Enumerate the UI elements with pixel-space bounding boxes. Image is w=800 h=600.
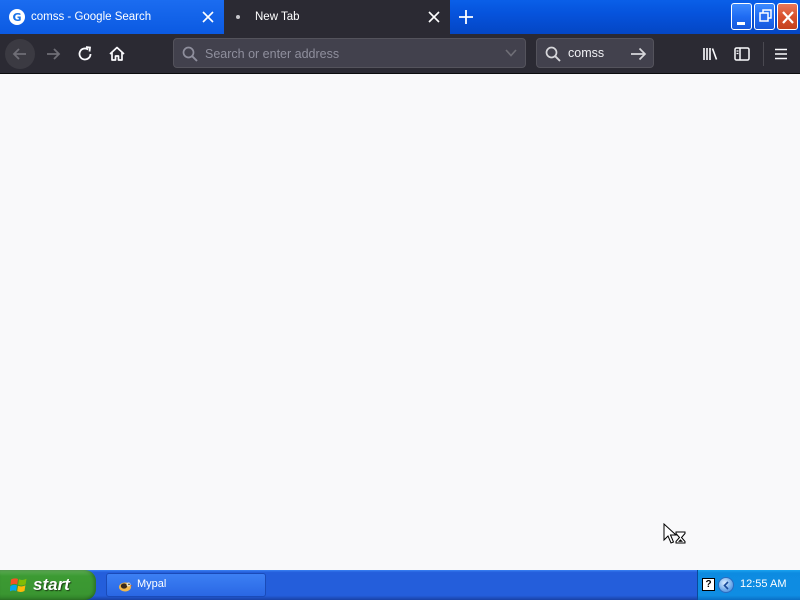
tab-label: comss - Google Search [31, 11, 152, 23]
close-icon[interactable] [426, 9, 442, 25]
taskbar-item-mypal[interactable]: Mypal [106, 573, 266, 597]
mypal-bird-icon [119, 582, 133, 592]
minimize-button[interactable] [731, 3, 752, 30]
new-tab-plus-icon[interactable] [454, 6, 478, 28]
sidebar-icon [734, 47, 750, 61]
window-close-button[interactable] [777, 3, 798, 30]
start-button[interactable]: start [0, 570, 96, 600]
clock[interactable]: 12:55 AM [740, 578, 786, 590]
reload-button[interactable] [70, 39, 100, 69]
hamburger-menu-icon [775, 48, 787, 60]
library-button[interactable] [695, 39, 725, 69]
taskbar-item-label: Mypal [137, 578, 167, 590]
back-button[interactable] [5, 39, 35, 69]
address-bar[interactable] [173, 38, 526, 68]
sidebar-toggle-button[interactable] [727, 39, 757, 69]
tab-google-search[interactable]: G comss - Google Search [0, 0, 224, 34]
google-g-icon: G [9, 9, 25, 25]
search-icon [182, 46, 198, 62]
home-icon [109, 46, 125, 61]
arrow-right-icon [47, 48, 61, 60]
restore-button[interactable] [754, 3, 775, 30]
address-input[interactable] [205, 45, 495, 63]
search-icon [545, 46, 561, 62]
arrow-right-icon[interactable] [629, 45, 647, 63]
tray-expand-button[interactable] [718, 577, 734, 593]
tab-new-tab[interactable]: New Tab [224, 0, 450, 34]
start-label: start [33, 575, 70, 594]
navigation-toolbar: comss [0, 34, 800, 74]
system-tray: ? 12:55 AM [697, 570, 800, 600]
search-bar[interactable]: comss [536, 38, 654, 68]
help-icon[interactable]: ? [702, 578, 715, 591]
forward-button[interactable] [38, 39, 68, 69]
tab-strip: G comss - Google Search New Tab [0, 0, 800, 34]
close-icon[interactable] [200, 9, 216, 25]
toolbar-divider [763, 42, 764, 66]
windows-logo-icon [10, 578, 27, 593]
chevron-down-icon[interactable] [504, 47, 518, 59]
app-menu-button[interactable] [766, 39, 796, 69]
tab-label: New Tab [255, 11, 300, 23]
taskbar: start Mypal ? 12:55 AM [0, 570, 800, 600]
busy-cursor-icon [663, 523, 686, 544]
reload-icon [78, 46, 92, 61]
library-icon [703, 48, 718, 60]
chevron-left-icon [723, 581, 729, 590]
home-button[interactable] [102, 39, 132, 69]
tab-loading-dot-icon [236, 15, 240, 19]
arrow-left-icon [12, 48, 26, 60]
search-field-value[interactable]: comss [568, 46, 604, 60]
page-content[interactable] [0, 75, 800, 570]
